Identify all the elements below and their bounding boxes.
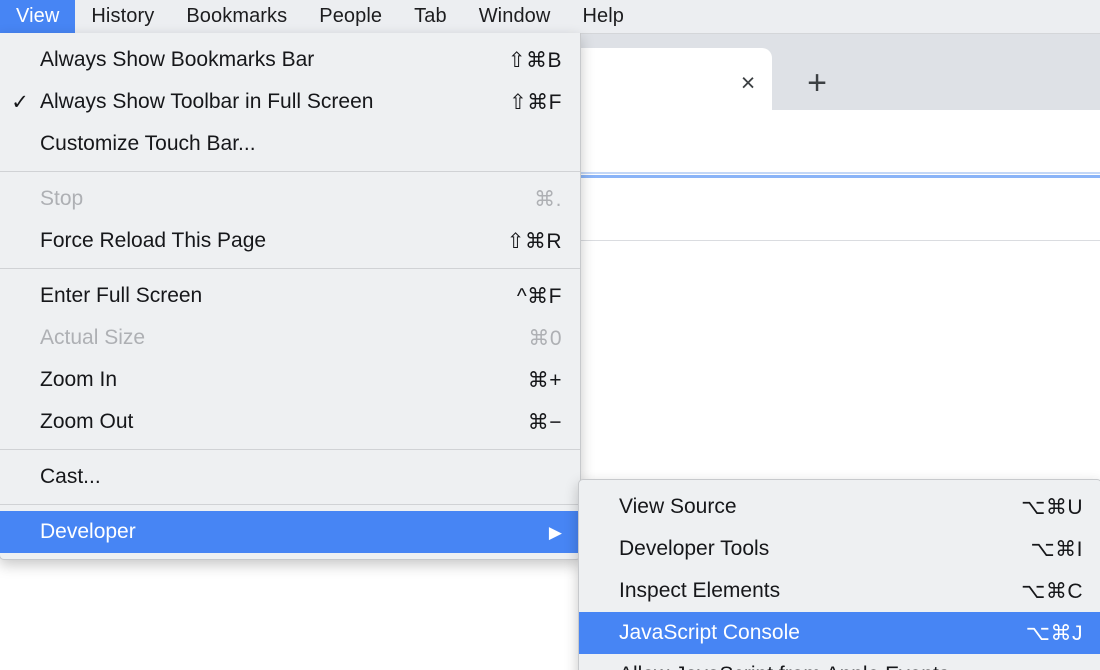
view-menu-item-developer[interactable]: Developer ▶ bbox=[0, 511, 580, 553]
menubar-item-label: View bbox=[16, 5, 59, 28]
view-menu-item-stop: Stop ⌘. bbox=[0, 178, 580, 220]
menu-item-shortcut: ⌥⌘I bbox=[1030, 537, 1083, 562]
menubar-item-label: People bbox=[319, 5, 382, 28]
menu-item-label: Force Reload This Page bbox=[40, 229, 483, 253]
view-menu-item-always-show-bookmarks-bar[interactable]: Always Show Bookmarks Bar ⇧⌘B bbox=[0, 39, 580, 81]
menu-item-shortcut: ⌥⌘U bbox=[1021, 495, 1083, 520]
menubar-item-label: History bbox=[91, 5, 154, 28]
menu-item-label: Developer Tools bbox=[619, 537, 1006, 561]
menubar-item-label: Help bbox=[582, 5, 624, 28]
menu-item-label: Always Show Toolbar in Full Screen bbox=[40, 90, 485, 114]
developer-submenu-panel: View Source ⌥⌘U Developer Tools ⌥⌘I Inspect … bbox=[578, 479, 1100, 670]
menubar-item-history[interactable]: History bbox=[75, 0, 170, 33]
menu-item-shortcut: ⌥⌘C bbox=[1021, 579, 1083, 604]
developer-submenu-item-inspect-elements[interactable]: Inspect Elements ⌥⌘C bbox=[579, 570, 1100, 612]
menu-item-label: Enter Full Screen bbox=[40, 284, 493, 308]
close-icon[interactable]: × bbox=[735, 70, 761, 96]
menu-item-shortcut: ⌘0 bbox=[528, 326, 562, 351]
view-menu-panel: Always Show Bookmarks Bar⇧⌘B✓Always Show… bbox=[0, 33, 581, 560]
menubar-item-window[interactable]: Window bbox=[463, 0, 567, 33]
menubar-item-view[interactable]: View bbox=[0, 0, 75, 33]
view-menu-item-zoom-in[interactable]: Zoom In ⌘+ bbox=[0, 359, 580, 401]
menubar-item-help[interactable]: Help bbox=[566, 0, 640, 33]
checkmark-icon: ✓ bbox=[0, 90, 40, 115]
developer-submenu-item-developer-tools[interactable]: Developer Tools ⌥⌘I bbox=[579, 528, 1100, 570]
menu-item-label: Always Show Bookmarks Bar bbox=[40, 48, 484, 72]
submenu-arrow-icon: ▶ bbox=[549, 524, 562, 541]
menubar-item-bookmarks[interactable]: Bookmarks bbox=[170, 0, 303, 33]
menu-item-label: Inspect Elements bbox=[619, 579, 997, 603]
menu-item-shortcut: ⇧⌘F bbox=[509, 90, 562, 115]
menubar-item-people[interactable]: People bbox=[303, 0, 398, 33]
menu-item-shortcut: ⌘+ bbox=[528, 368, 562, 393]
menu-item-shortcut: ⇧⌘R bbox=[507, 229, 562, 254]
developer-submenu-item-javascript-console[interactable]: JavaScript Console ⌥⌘J bbox=[579, 612, 1100, 654]
view-menu-item-actual-size: Actual Size ⌘0 bbox=[0, 317, 580, 359]
screen: × + View History Bookmarks People Tab Window H… bbox=[0, 0, 1100, 670]
menu-item-shortcut: ⇧⌘B bbox=[508, 48, 562, 73]
menu-item-label: Zoom In bbox=[40, 368, 504, 392]
view-menu-item-zoom-out[interactable]: Zoom Out ⌘− bbox=[0, 401, 580, 443]
view-menu-item-always-show-toolbar-in-full-screen[interactable]: ✓Always Show Toolbar in Full Screen ⇧⌘F bbox=[0, 81, 580, 123]
menubar-item-label: Tab bbox=[414, 5, 447, 28]
menu-item-label: Customize Touch Bar... bbox=[40, 132, 538, 156]
view-menu-item-enter-full-screen[interactable]: Enter Full Screen ^⌘F bbox=[0, 275, 580, 317]
view-menu-item-customize-touch-bar[interactable]: Customize Touch Bar... bbox=[0, 123, 580, 165]
menu-item-shortcut: ⌥⌘J bbox=[1026, 621, 1083, 646]
view-menu-item-cast[interactable]: Cast... bbox=[0, 456, 580, 498]
menubar-item-tab[interactable]: Tab bbox=[398, 0, 463, 33]
developer-submenu-item-allow-javascript-from-apple-events[interactable]: Allow JavaScript from Apple Events bbox=[579, 654, 1100, 670]
menu-separator bbox=[0, 504, 580, 505]
new-tab-icon[interactable]: + bbox=[802, 68, 832, 98]
menubar: View History Bookmarks People Tab Window Help bbox=[0, 0, 1100, 34]
menu-item-label: Cast... bbox=[40, 465, 538, 489]
view-menu-item-force-reload-this-page[interactable]: Force Reload This Page ⇧⌘R bbox=[0, 220, 580, 262]
menu-item-shortcut: ⌘. bbox=[534, 187, 562, 212]
developer-submenu-item-view-source[interactable]: View Source ⌥⌘U bbox=[579, 486, 1100, 528]
menu-item-label: Developer bbox=[40, 520, 505, 544]
menu-separator bbox=[0, 268, 580, 269]
menubar-item-label: Bookmarks bbox=[186, 5, 287, 28]
menu-item-label: JavaScript Console bbox=[619, 621, 1002, 645]
menubar-item-label: Window bbox=[479, 5, 551, 28]
menu-item-label: Actual Size bbox=[40, 326, 504, 350]
menu-item-label: View Source bbox=[619, 495, 997, 519]
menu-item-label: Allow JavaScript from Apple Events bbox=[619, 663, 1059, 670]
menu-separator bbox=[0, 171, 580, 172]
menu-item-shortcut: ⌘− bbox=[528, 410, 562, 435]
menu-separator bbox=[0, 449, 580, 450]
menu-item-label: Zoom Out bbox=[40, 410, 504, 434]
menu-item-label: Stop bbox=[40, 187, 510, 211]
menu-item-shortcut: ^⌘F bbox=[517, 284, 562, 309]
